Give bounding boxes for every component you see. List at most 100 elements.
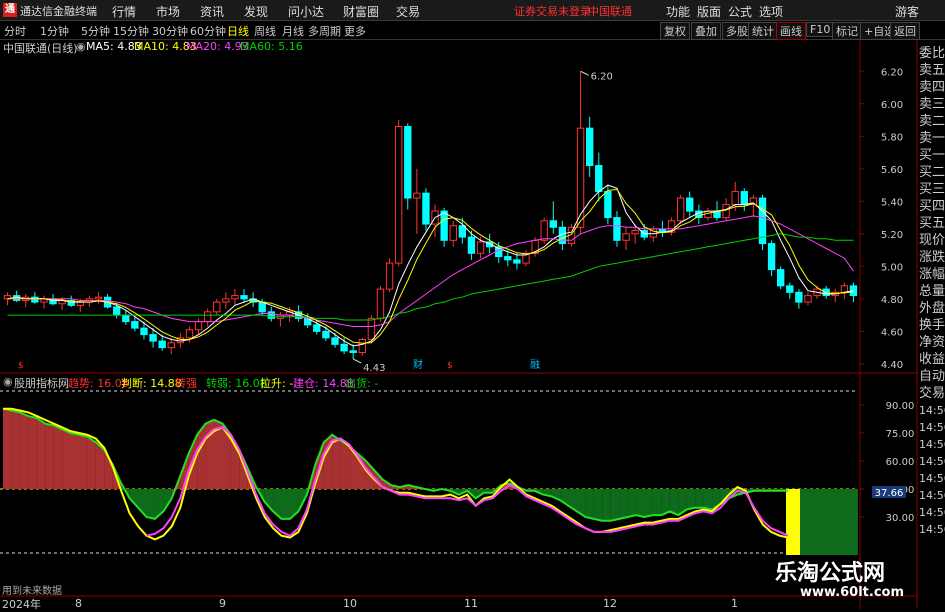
sidebar-item[interactable]: 14:56	[919, 504, 945, 521]
candle-body	[458, 225, 467, 238]
candle-body	[676, 197, 685, 222]
candle-body	[767, 243, 776, 271]
candle-body	[686, 197, 694, 212]
indicator-fill	[36, 418, 46, 489]
indicator-fill	[703, 488, 713, 510]
candle-body	[613, 217, 621, 241]
month-tick-label: 11	[464, 597, 478, 609]
sidebar-item[interactable]: 14:56	[919, 402, 945, 419]
price-tick-label: 5.40	[881, 197, 903, 208]
candle-body	[804, 295, 812, 303]
indicator-fill	[19, 412, 29, 489]
sidebar-item[interactable]: 14:56	[919, 487, 945, 504]
candle-body	[731, 191, 739, 206]
candle-body	[622, 233, 630, 241]
year-label: 2024年	[2, 598, 41, 611]
sidebar-item[interactable]: 换手	[919, 317, 945, 334]
sidebar-item[interactable]: 买三	[919, 181, 945, 198]
sidebar-item[interactable]: 卖五	[919, 62, 945, 79]
candle-body	[267, 311, 276, 319]
indicator-fill	[3, 408, 12, 489]
price-tick-label: 5.00	[881, 262, 903, 273]
sidebar-item[interactable]: 14:56	[919, 436, 945, 453]
sidebar-item[interactable]: 卖一	[919, 130, 945, 147]
indicator-fill	[332, 434, 341, 489]
sidebar-item[interactable]: 净资	[919, 334, 945, 351]
indicator-fill	[636, 488, 645, 517]
month-tick-label: 10	[343, 597, 357, 609]
price-tick-label: 4.80	[881, 295, 903, 306]
candle-body	[340, 343, 348, 352]
sidebar-item[interactable]: 14:56	[919, 521, 945, 538]
month-tick-label: 8	[75, 597, 82, 609]
candle-body	[786, 285, 794, 293]
sidebar-item[interactable]: 买二	[919, 164, 945, 181]
price-tick-label: 6.20	[881, 67, 903, 78]
sidebar-item[interactable]: 涨跌	[919, 249, 945, 266]
indicator-fill	[619, 488, 628, 519]
indicator-fill	[45, 423, 54, 489]
candle-body	[113, 306, 121, 316]
candle-body	[631, 230, 639, 235]
price-tick-label: 4.40	[881, 360, 903, 371]
watermark-url: www.60lt.com	[800, 585, 905, 600]
sidebar-item[interactable]: 总量	[919, 283, 945, 300]
candle-body	[322, 330, 330, 339]
indicator-fill	[695, 488, 704, 508]
indicator-fill	[602, 488, 611, 521]
candle-body	[740, 191, 748, 206]
sidebar-item[interactable]: 买一	[919, 147, 945, 164]
indicator-fill	[686, 488, 696, 510]
indicator-fill	[340, 440, 350, 489]
candle-body	[94, 296, 103, 300]
candle-body	[440, 210, 448, 241]
sidebar-item[interactable]: 卖四	[919, 79, 945, 96]
candle-body	[331, 337, 339, 345]
sidebar-item[interactable]: 14:56	[919, 419, 945, 436]
sidebar-item[interactable]: 卖二	[919, 113, 945, 130]
event-tag: $	[18, 361, 24, 371]
candle-body	[313, 324, 321, 332]
candle-body	[213, 301, 221, 313]
sidebar-item[interactable]: 买五	[919, 215, 945, 232]
candle-body	[585, 127, 594, 167]
candle-body	[722, 204, 730, 219]
sidebar-item[interactable]: 现价	[919, 232, 945, 249]
candle-body	[158, 340, 166, 349]
price-tick-label: 5.60	[881, 165, 903, 176]
candle-body	[549, 220, 557, 228]
indicator-tick-label: 60.00	[886, 457, 915, 468]
sidebar-item[interactable]: 交易	[919, 385, 945, 402]
indicator-fill	[53, 425, 63, 489]
sidebar-item[interactable]: 14:56	[919, 470, 945, 487]
sidebar-item[interactable]: 卖三	[919, 96, 945, 113]
kline-chart[interactable]: 4.40 4.60 4.80 5.00 5.20 5.40 5.60 5.80 6.00 6.20…	[0, 0, 945, 609]
candle-body	[476, 241, 485, 254]
indicator-fill	[644, 488, 653, 517]
sidebar-item[interactable]: 涨幅	[919, 266, 945, 283]
candle-body	[604, 191, 612, 219]
candle-body	[795, 291, 803, 303]
sidebar-item[interactable]: 买四	[919, 198, 945, 215]
candle-body	[576, 127, 585, 228]
candle-body	[222, 298, 230, 303]
month-tick-label: 12	[603, 597, 617, 609]
sidebar-item[interactable]: 外盘	[919, 300, 945, 317]
sidebar-item[interactable]: 自动	[919, 368, 945, 385]
indicator-fill	[281, 488, 290, 519]
candle-body	[258, 301, 266, 313]
sidebar-item[interactable]: 14:56	[919, 453, 945, 470]
indicator-fill	[652, 488, 662, 516]
candle-body	[131, 321, 139, 329]
candle-body	[203, 311, 212, 323]
high-label: 6.20	[591, 71, 613, 82]
candle-body	[422, 192, 430, 225]
sidebar-item[interactable]: 委比	[919, 45, 945, 62]
ma-line-ma20	[7, 215, 854, 327]
sidebar-item[interactable]: 收益	[919, 351, 945, 368]
low-label: 4.43	[363, 363, 385, 374]
price-tick-label: 6.00	[881, 100, 903, 111]
candle-body	[504, 256, 512, 261]
indicator-fill	[28, 416, 37, 489]
price-tick-label: 5.80	[881, 132, 903, 143]
